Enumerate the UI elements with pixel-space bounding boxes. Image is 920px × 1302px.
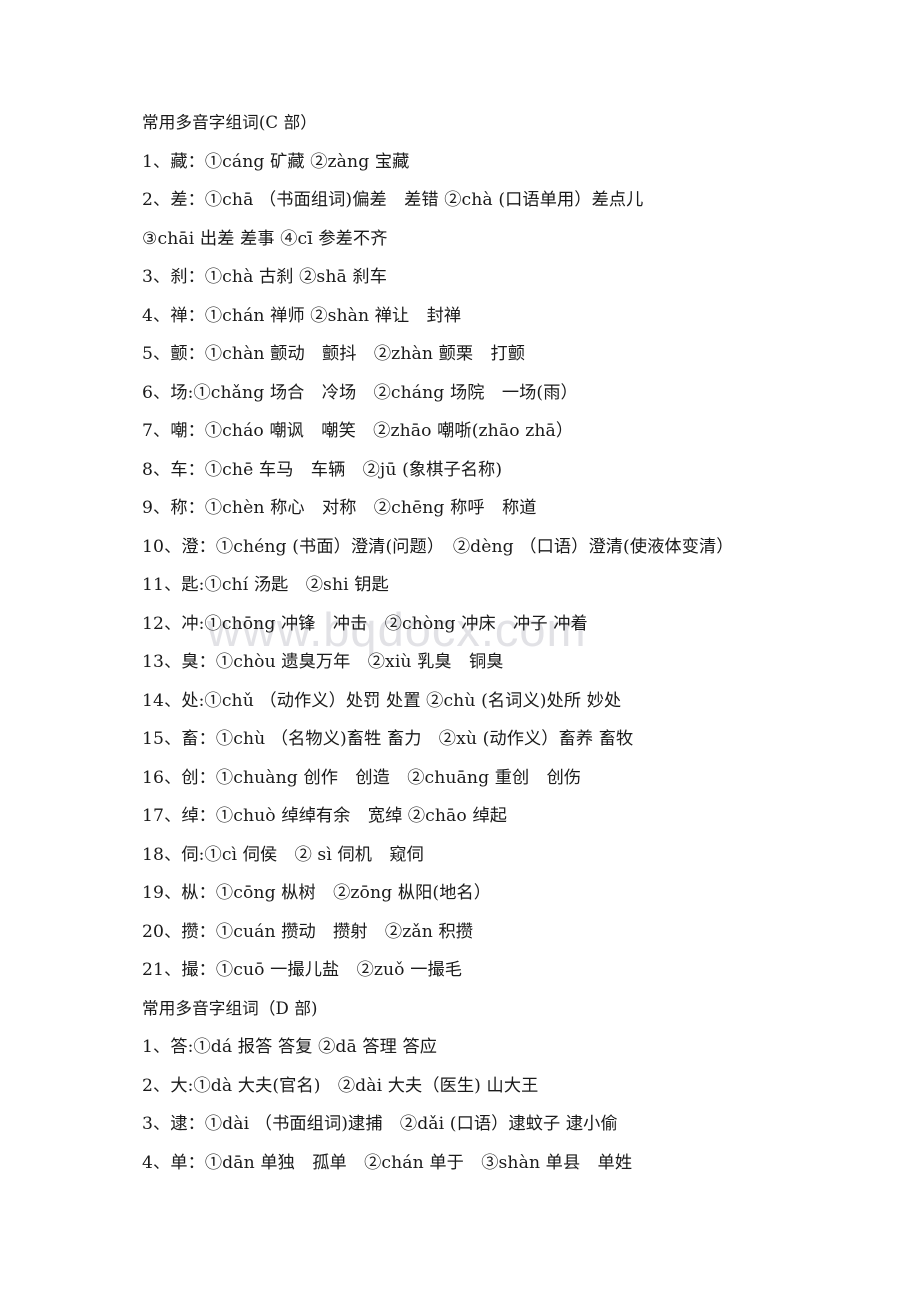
entry-d-4: 4、单：①dān 单独 孤单 ②chán 单于 ③shàn 单县 单姓 [142,1152,633,1173]
entry-c-20: 20、攒：①cuán 攒动 攒射 ②zǎn 积攒 [142,921,474,942]
section-heading-d: 常用多音字组词（D 部) [142,998,318,1018]
entry-c-12: 12、冲:①chōng 冲锋 冲击 ②chòng 冲床 冲子 冲着 [142,613,588,634]
entry-c-3: 3、刹：①chà 古刹 ②shā 刹车 [142,267,387,287]
entry-c-21: 21、撮：①cuō 一撮儿盐 ②zuǒ 一撮毛 [142,960,463,980]
document-body: 常用多音字组词(C 部） 1、藏：①cáng 矿藏 ②zàng 宝藏 2、差：①… [142,104,912,1182]
entry-c-18: 18、伺:①cì 伺侯 ② sì 伺机 窥伺 [142,844,424,865]
entry-c-10: 10、澄：①chéng (书面）澄清(问题） ②dèng （口语）澄清(使液体变… [142,536,734,557]
entry-d-2: 2、大:①dà 大夫(官名) ②dài 大夫（医生) 山大王 [142,1075,539,1096]
entry-c-11: 11、匙:①chí 汤匙 ②shi 钥匙 [142,575,389,595]
entry-c-13: 13、臭：①chòu 遗臭万年 ②xiù 乳臭 铜臭 [142,652,504,672]
entry-d-1: 1、答:①dá 报答 答复 ②dā 答理 答应 [142,1037,438,1057]
entry-c-9: 9、称：①chèn 称心 对称 ②chēng 称呼 称道 [142,498,537,518]
entry-c-2-continued: ③chāi 出差 差事 ④cī 参差不齐 [142,228,388,249]
entry-c-17: 17、绰：①chuò 绰绰有余 宽绰 ②chāo 绰起 [142,806,507,826]
entry-c-4: 4、禅：①chán 禅师 ②shàn 禅让 封禅 [142,305,462,326]
entry-c-6: 6、场:①chǎng 场合 冷场 ②cháng 场院 一场(雨） [142,382,578,403]
entry-c-15: 15、畜：①chù （名物义)畜牲 畜力 ②xù (动作义）畜养 畜牧 [142,729,634,749]
document-page: www.bqdocx.com 常用多音字组词(C 部） 1、藏：①cáng 矿藏… [0,0,920,1302]
entry-d-3: 3、逮：①dài （书面组词)逮捕 ②dǎi (口语）逮蚊子 逮小偷 [142,1114,618,1134]
entry-c-1: 1、藏：①cáng 矿藏 ②zàng 宝藏 [142,151,410,172]
section-heading-c: 常用多音字组词(C 部） [142,113,317,132]
entry-c-16: 16、创：①chuàng 创作 创造 ②chuāng 重创 创伤 [142,767,582,788]
entry-c-14: 14、处:①chǔ （动作义）处罚 处置 ②chù (名词义)处所 妙处 [142,690,622,711]
entry-c-2: 2、差：①chā （书面组词)偏差 差错 ②chà (口语单用）差点儿 [142,190,644,210]
entry-c-5: 5、颤：①chàn 颤动 颤抖 ②zhàn 颤栗 打颤 [142,344,526,364]
entry-c-19: 19、枞：①cōng 枞树 ②zōng 枞阳(地名） [142,883,492,903]
entry-c-8: 8、车：①chē 车马 车辆 ②jū (象棋子名称) [142,459,503,480]
entry-c-7: 7、嘲：①cháo 嘲讽 嘲笑 ②zhāo 嘲哳(zhāo zhā） [142,421,574,441]
